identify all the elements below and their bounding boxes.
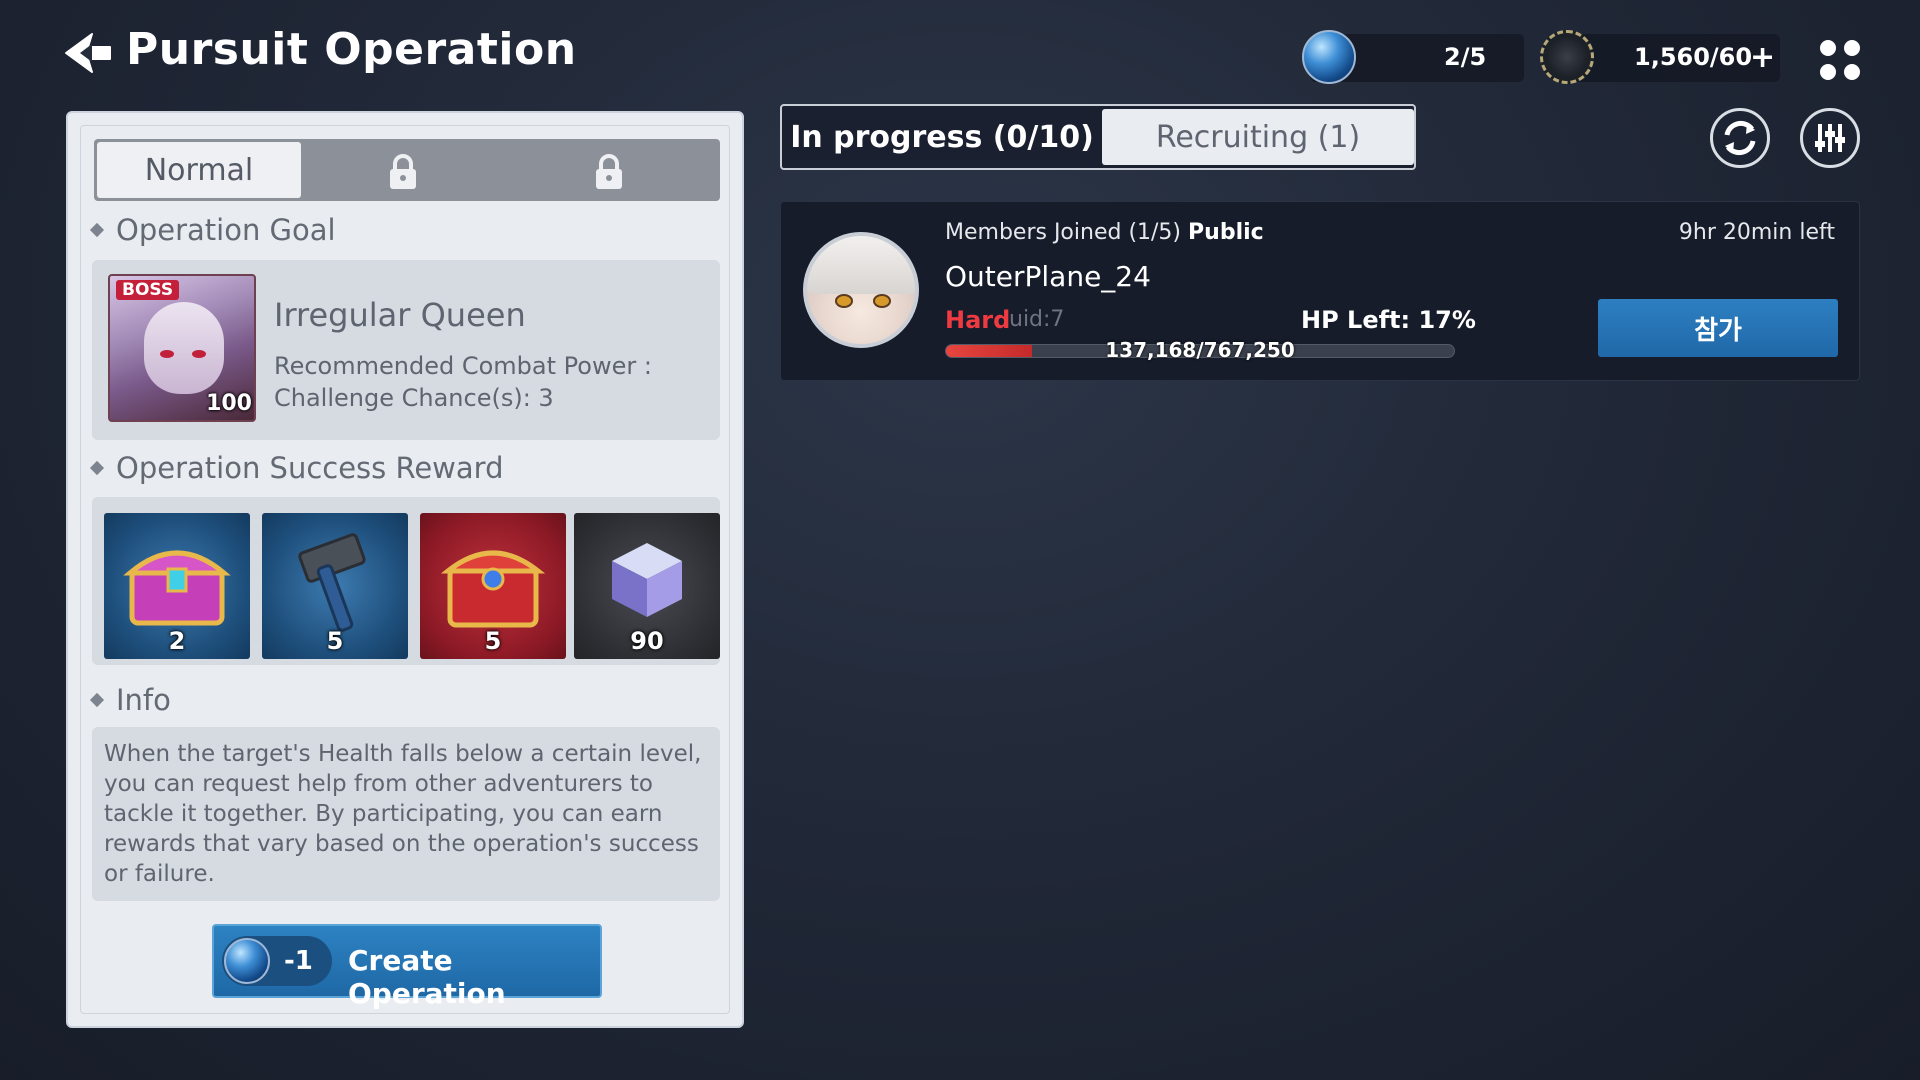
header: Pursuit Operation 2/5 1,560/60 +: [0, 0, 1920, 110]
operation-goal-label: Operation Goal: [116, 213, 336, 247]
join-button[interactable]: 참가: [1598, 299, 1838, 357]
boss-eye: [160, 350, 174, 358]
reward-list: 2 5 5 90: [92, 497, 720, 665]
operation-goal-heading: Operation Goal: [89, 213, 336, 247]
members-joined: Members Joined (1/5) Public: [945, 220, 1264, 245]
reward-label: Operation Success Reward: [116, 451, 504, 485]
reward-count: 2: [168, 627, 186, 655]
menu-grid-icon[interactable]: [1820, 40, 1860, 80]
boss-badge: BOSS: [116, 280, 180, 300]
info-box: When the target's Health falls below a c…: [92, 727, 720, 901]
boss-face: [144, 302, 224, 394]
diamond-bullet-icon: [89, 460, 105, 476]
status-tabs: In progress (0/10) Recruiting (1): [780, 104, 1416, 170]
time-left: 9hr 20min left: [1678, 220, 1835, 245]
back-arrow-icon[interactable]: [62, 30, 114, 76]
host-name: OuterPlane_24: [945, 260, 1151, 293]
avatar-eye: [873, 294, 891, 308]
reward-heading: Operation Success Reward: [89, 451, 504, 485]
create-operation-label: Create Operation: [348, 944, 506, 1010]
info-label: Info: [116, 683, 171, 717]
challenge-chances: Challenge Chance(s): 3: [274, 384, 554, 412]
add-gears-button[interactable]: +: [1750, 40, 1775, 75]
avatar-eye: [835, 294, 853, 308]
stamina-value: 2/5: [1444, 43, 1487, 71]
filter-sliders-icon[interactable]: [1800, 108, 1860, 168]
gear-value: 1,560/60: [1634, 43, 1753, 71]
tab-recruiting[interactable]: Recruiting (1): [1102, 109, 1414, 165]
operation-card[interactable]: Members Joined (1/5) Public 9hr 20min le…: [780, 201, 1860, 381]
create-cost: -1: [222, 936, 332, 986]
lock-icon[interactable]: [592, 153, 626, 191]
reward-count: 5: [484, 627, 502, 655]
members-count: Members Joined (1/5): [945, 220, 1182, 245]
hp-value: 137,168/767,250: [1105, 338, 1295, 362]
info-heading: Info: [89, 683, 171, 717]
host-avatar: [803, 232, 919, 348]
info-text: When the target's Health falls below a c…: [104, 741, 702, 887]
operation-goal-box: BOSS 100 Irregular Queen Recommended Com…: [92, 260, 720, 440]
lock-icon[interactable]: [386, 153, 420, 191]
tab-in-progress[interactable]: In progress (0/10): [782, 106, 1102, 168]
reward-item-cube[interactable]: 90: [574, 513, 720, 659]
boss-name: Irregular Queen: [274, 296, 526, 334]
uid-label: uid:7: [1009, 307, 1065, 332]
refresh-icon[interactable]: [1710, 108, 1770, 168]
diamond-bullet-icon: [89, 692, 105, 708]
reward-item-pink-chest[interactable]: 2: [104, 513, 250, 659]
diamond-bullet-icon: [89, 222, 105, 238]
blue-orb-icon: [224, 938, 270, 984]
reward-item-red-chest[interactable]: 5: [420, 513, 566, 659]
hp-left-label: HP Left: 17%: [1301, 306, 1476, 334]
visibility-label: Public: [1188, 220, 1264, 245]
reward-count: 5: [326, 627, 344, 655]
reward-item-hammer[interactable]: 5: [262, 513, 408, 659]
tab-normal[interactable]: Normal: [97, 142, 301, 198]
avatar-hair: [807, 236, 915, 294]
boss-eye: [192, 350, 206, 358]
boss-level: 100: [206, 391, 252, 416]
create-cost-value: -1: [284, 946, 313, 976]
difficulty-tabs: Normal: [94, 139, 720, 201]
page-title: Pursuit Operation: [126, 24, 577, 75]
recommended-power-label: Recommended Combat Power :: [274, 352, 652, 380]
blue-orb-icon: [1302, 30, 1356, 84]
create-operation-button[interactable]: -1 Create Operation: [212, 924, 602, 1010]
difficulty-label: Hard: [945, 306, 1011, 334]
operation-setup-panel: Normal Operation Goal BOSS 100 Irregular…: [66, 111, 744, 1028]
reward-count: 90: [630, 627, 664, 655]
gear-coin-icon: [1540, 30, 1594, 84]
boss-portrait[interactable]: BOSS 100: [108, 274, 256, 422]
